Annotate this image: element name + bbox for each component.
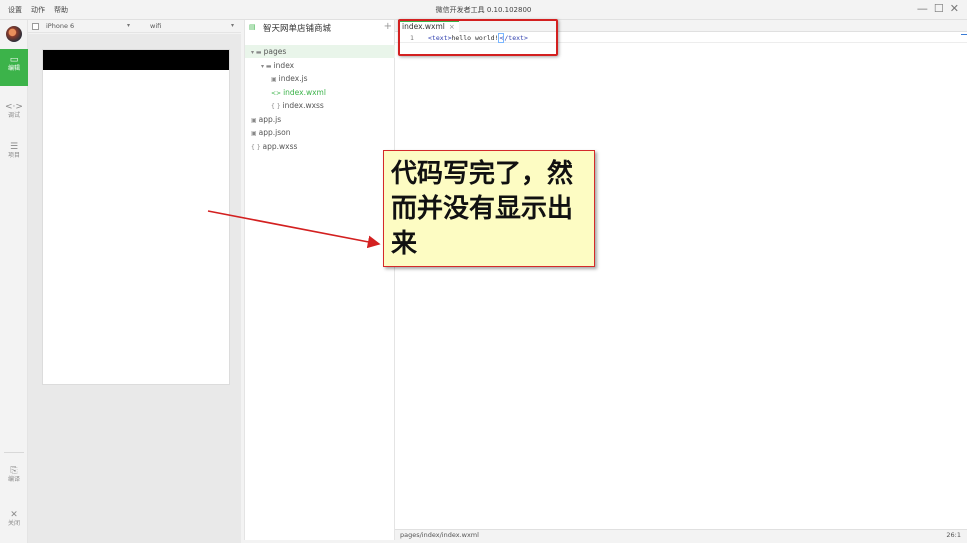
add-file-button[interactable]: + xyxy=(384,21,392,32)
file-icon: { } xyxy=(251,144,261,151)
sidebar-item-close[interactable]: ✕ 关闭 xyxy=(0,510,28,528)
tree-item-label: app.wxss xyxy=(262,142,298,151)
window-controls: — ☐ ✕ xyxy=(917,2,959,16)
project-icon: ☰ xyxy=(9,142,19,152)
file-icon: ▣ xyxy=(271,76,277,83)
tree-item-label: app.js xyxy=(258,115,282,124)
tree-file[interactable]: { } app.wxss xyxy=(251,140,396,153)
sidebar-item-label: 调试 xyxy=(7,112,20,119)
tree-item-label: index xyxy=(273,61,295,70)
sidebar-item-label: 项目 xyxy=(7,152,20,159)
tree-item-label: app.json xyxy=(258,128,291,137)
tree-file[interactable]: { } index.wxss xyxy=(271,99,396,112)
sidebar-divider xyxy=(4,452,24,453)
sidebar-item-label: 编辑 xyxy=(7,65,20,72)
simulator-checkbox[interactable] xyxy=(32,23,39,30)
code-icon: <·> xyxy=(5,102,23,112)
simulator-area xyxy=(28,34,241,543)
chevron-down-icon[interactable]: ▾ xyxy=(127,22,130,29)
cursor-position: 26:1 xyxy=(946,531,961,539)
title-bar: 设置 动作 帮助 微信开发者工具 0.10.102800 — ☐ ✕ xyxy=(0,0,967,20)
close-tab-icon[interactable]: × xyxy=(449,23,455,31)
close-icon: ✕ xyxy=(10,510,18,520)
simulator-toolbar: iPhone 6 ▾ wifi ▾ xyxy=(28,20,241,33)
sidebar-item-debug[interactable]: <·> 调试 xyxy=(0,102,28,120)
phone-screen[interactable] xyxy=(42,49,230,385)
tree-file[interactable]: ▣ app.js xyxy=(251,113,396,126)
code-text: <text>hello world!</text> xyxy=(428,33,528,43)
compile-icon: ⎘ xyxy=(10,466,18,476)
tree-item-label: pages xyxy=(263,47,287,56)
close-window-icon[interactable]: ✕ xyxy=(950,2,959,16)
minimize-icon[interactable]: — xyxy=(917,2,928,16)
app-title: 微信开发者工具 0.10.102800 xyxy=(435,6,532,14)
chevron-down-icon[interactable]: ▾ xyxy=(231,22,234,29)
file-icon: ▣ xyxy=(251,117,257,124)
tree-folder[interactable]: ▾ ▬ index xyxy=(261,59,396,72)
sidebar-item-project[interactable]: ☰ 项目 xyxy=(0,142,28,160)
phone-navigation-bar xyxy=(43,50,229,70)
file-icon: <> xyxy=(271,90,282,97)
editor-tab-bar: index.wxml × xyxy=(395,20,967,33)
file-icon: ▣ xyxy=(251,130,257,137)
sidebar-item-label: 编译 xyxy=(7,476,20,483)
folder-icon: ▾ ▬ xyxy=(251,49,262,56)
overview-ruler-marker xyxy=(961,34,967,35)
tree-file[interactable]: ▣ app.json xyxy=(251,126,396,139)
sidebar-item-label: 关闭 xyxy=(7,520,20,527)
code-line[interactable]: 1 <text>hello world!</text> xyxy=(395,33,967,43)
left-sidebar: ▭ 编辑 <·> 调试 ☰ 项目 ⎘ 编译 ✕ 关闭 xyxy=(0,20,28,543)
file-path: pages/index/index.wxml xyxy=(400,531,479,539)
network-select[interactable]: wifi xyxy=(150,22,161,30)
tree-file[interactable]: <> index.wxml xyxy=(271,86,396,99)
file-icon: { } xyxy=(271,103,281,110)
tree-item-label: index.wxml xyxy=(283,88,326,97)
annotation-text: 代码写完了，然而并没有显示出来 xyxy=(391,159,574,259)
tab-index-wxml[interactable]: index.wxml × xyxy=(398,20,459,33)
tree-file[interactable]: ▣ index.js xyxy=(271,72,396,85)
tree-folder[interactable]: ▾ ▬ pages xyxy=(245,45,396,58)
tree-item-label: index.wxss xyxy=(282,101,324,110)
line-number: 1 xyxy=(410,34,414,42)
sidebar-item-compile[interactable]: ⎘ 编译 xyxy=(0,466,28,484)
project-name: 智天网单店铺商城 xyxy=(263,24,332,34)
code-editor: index.wxml × 1 <text>hello world!</text> … xyxy=(395,20,967,540)
status-bar: pages/index/index.wxml 26:1 xyxy=(395,529,967,540)
project-folder-icon: ▤ xyxy=(249,23,256,31)
maximize-icon[interactable]: ☐ xyxy=(934,2,944,16)
device-select[interactable]: iPhone 6 xyxy=(46,22,74,30)
annotation-callout: 代码写完了，然而并没有显示出来 xyxy=(383,150,595,267)
tree-item-label: index.js xyxy=(278,74,308,83)
edit-icon: ▭ xyxy=(9,55,19,65)
sidebar-item-edit[interactable]: ▭ 编辑 xyxy=(0,49,28,86)
project-header: ▤ 智天网单店铺商城 + xyxy=(245,20,396,35)
avatar[interactable] xyxy=(6,26,22,42)
folder-icon: ▾ ▬ xyxy=(261,63,272,70)
tab-label: index.wxml xyxy=(402,22,445,31)
file-tree: ▤ 智天网单店铺商城 + ▾ ▬ pages ▾ ▬ index ▣ index.js <>… xyxy=(244,20,396,540)
